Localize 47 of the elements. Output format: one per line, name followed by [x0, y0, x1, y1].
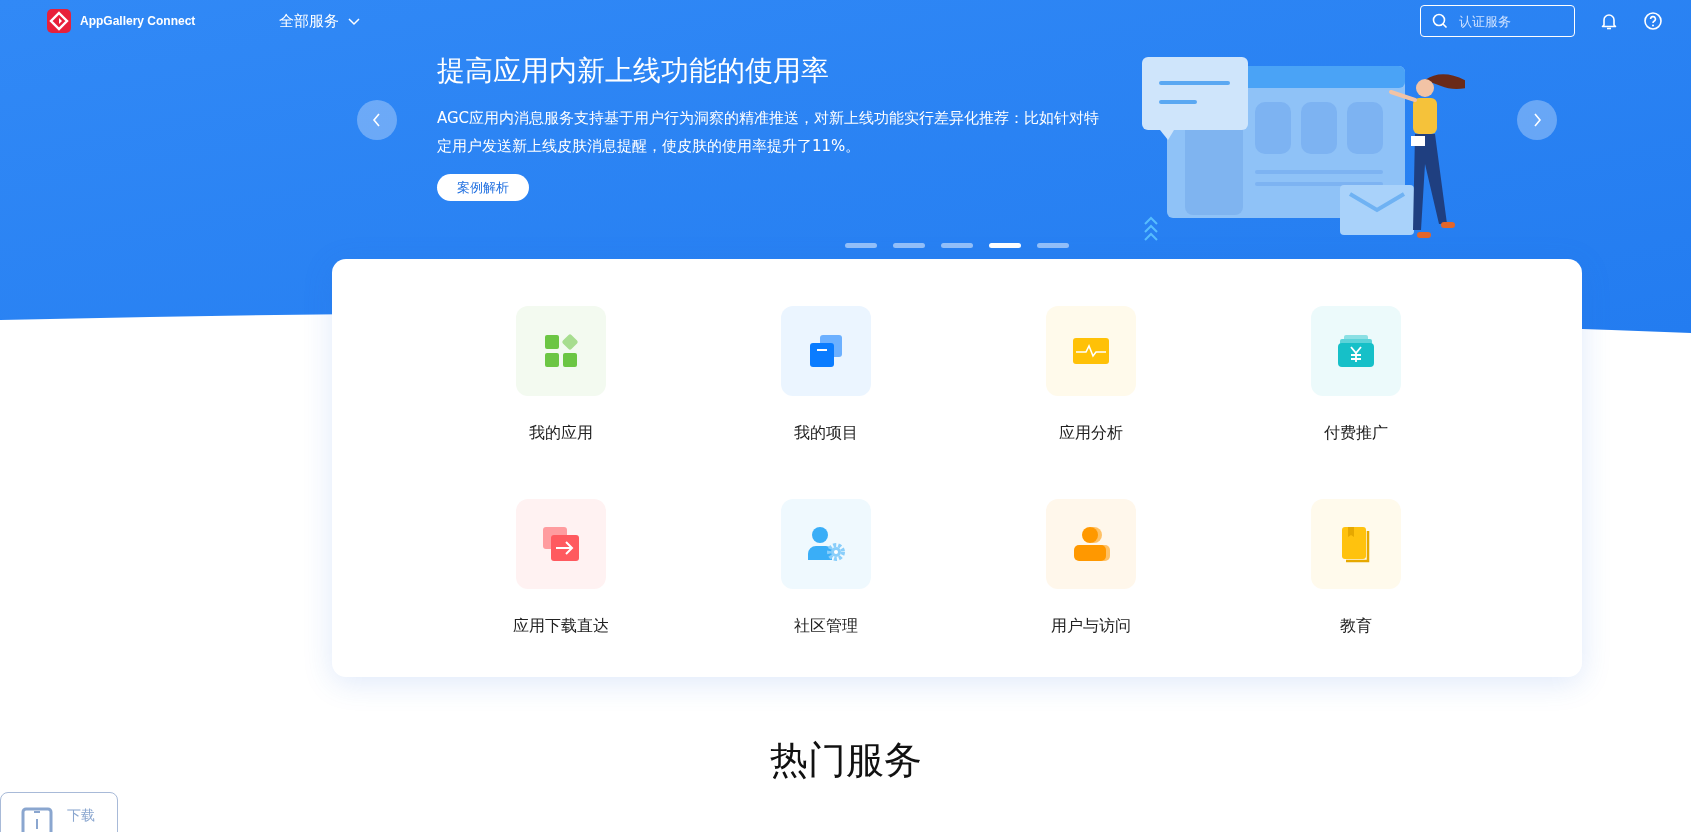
- search-icon: [1432, 13, 1448, 29]
- book-icon: [1339, 525, 1372, 563]
- user-icon: [1071, 526, 1110, 562]
- search-field[interactable]: 认证服务: [1420, 5, 1575, 37]
- app-grid-icon: [542, 333, 579, 369]
- slide-indicator[interactable]: [941, 243, 973, 248]
- help-icon[interactable]: [1643, 11, 1663, 31]
- pulse-chart-icon: [1071, 336, 1110, 366]
- case-study-button[interactable]: 案例解析: [437, 174, 529, 201]
- service-label: 付费推广: [1323, 423, 1388, 444]
- service-label: 用户与访问: [1050, 616, 1131, 637]
- service-label: 应用下载直达: [512, 616, 609, 637]
- slide-indicator[interactable]: [989, 243, 1021, 248]
- tablet-icon: [21, 807, 53, 832]
- service-tile[interactable]: [515, 499, 606, 589]
- nav-menu-button[interactable]: 全部服务: [279, 11, 362, 31]
- logo-icon[interactable]: [47, 9, 71, 33]
- chevron-left-icon: [371, 112, 383, 128]
- yuan-wallet-icon: [1336, 334, 1375, 368]
- service-tile[interactable]: [1310, 306, 1401, 396]
- service-tile[interactable]: [780, 306, 871, 396]
- service-tile[interactable]: [515, 306, 606, 396]
- banner-title: 提高应用内新上线功能的使用率: [437, 53, 830, 89]
- service-label: 我的应用: [528, 423, 593, 444]
- service-tile[interactable]: [780, 499, 871, 589]
- chevron-right-icon: [1531, 112, 1543, 128]
- notification-bell-icon[interactable]: [1599, 11, 1619, 31]
- download-float-button[interactable]: 下载: [0, 792, 118, 832]
- service-tile[interactable]: [1310, 499, 1401, 589]
- banner-description: AGC应用内消息服务支持基于用户行为洞察的精准推送，对新上线功能实行差异化推荐：比如针对特定用户发送新上线皮肤消息提醒，使皮肤的使用率提升了11%。: [437, 108, 1101, 157]
- export-arrow-icon: [541, 526, 580, 562]
- slide-indicator[interactable]: [845, 243, 877, 248]
- slide-indicator[interactable]: [893, 243, 925, 248]
- user-settings-icon: [805, 526, 846, 562]
- stacked-folders-icon: [807, 333, 844, 369]
- service-label: 我的项目: [793, 423, 858, 444]
- chevron-down-icon: [347, 16, 362, 26]
- service-label: 社区管理: [793, 616, 858, 637]
- service-label: 应用分析: [1058, 423, 1123, 444]
- slide-indicator[interactable]: [1037, 243, 1069, 248]
- service-tile[interactable]: [1045, 306, 1136, 396]
- next-slide-button[interactable]: [1517, 100, 1557, 140]
- section-title: 热门服务: [768, 737, 923, 784]
- previous-slide-button[interactable]: [357, 100, 397, 140]
- service-tile[interactable]: [1045, 499, 1136, 589]
- logo-text[interactable]: AppGallery Connect: [80, 14, 196, 28]
- service-label: 教育: [1339, 616, 1372, 637]
